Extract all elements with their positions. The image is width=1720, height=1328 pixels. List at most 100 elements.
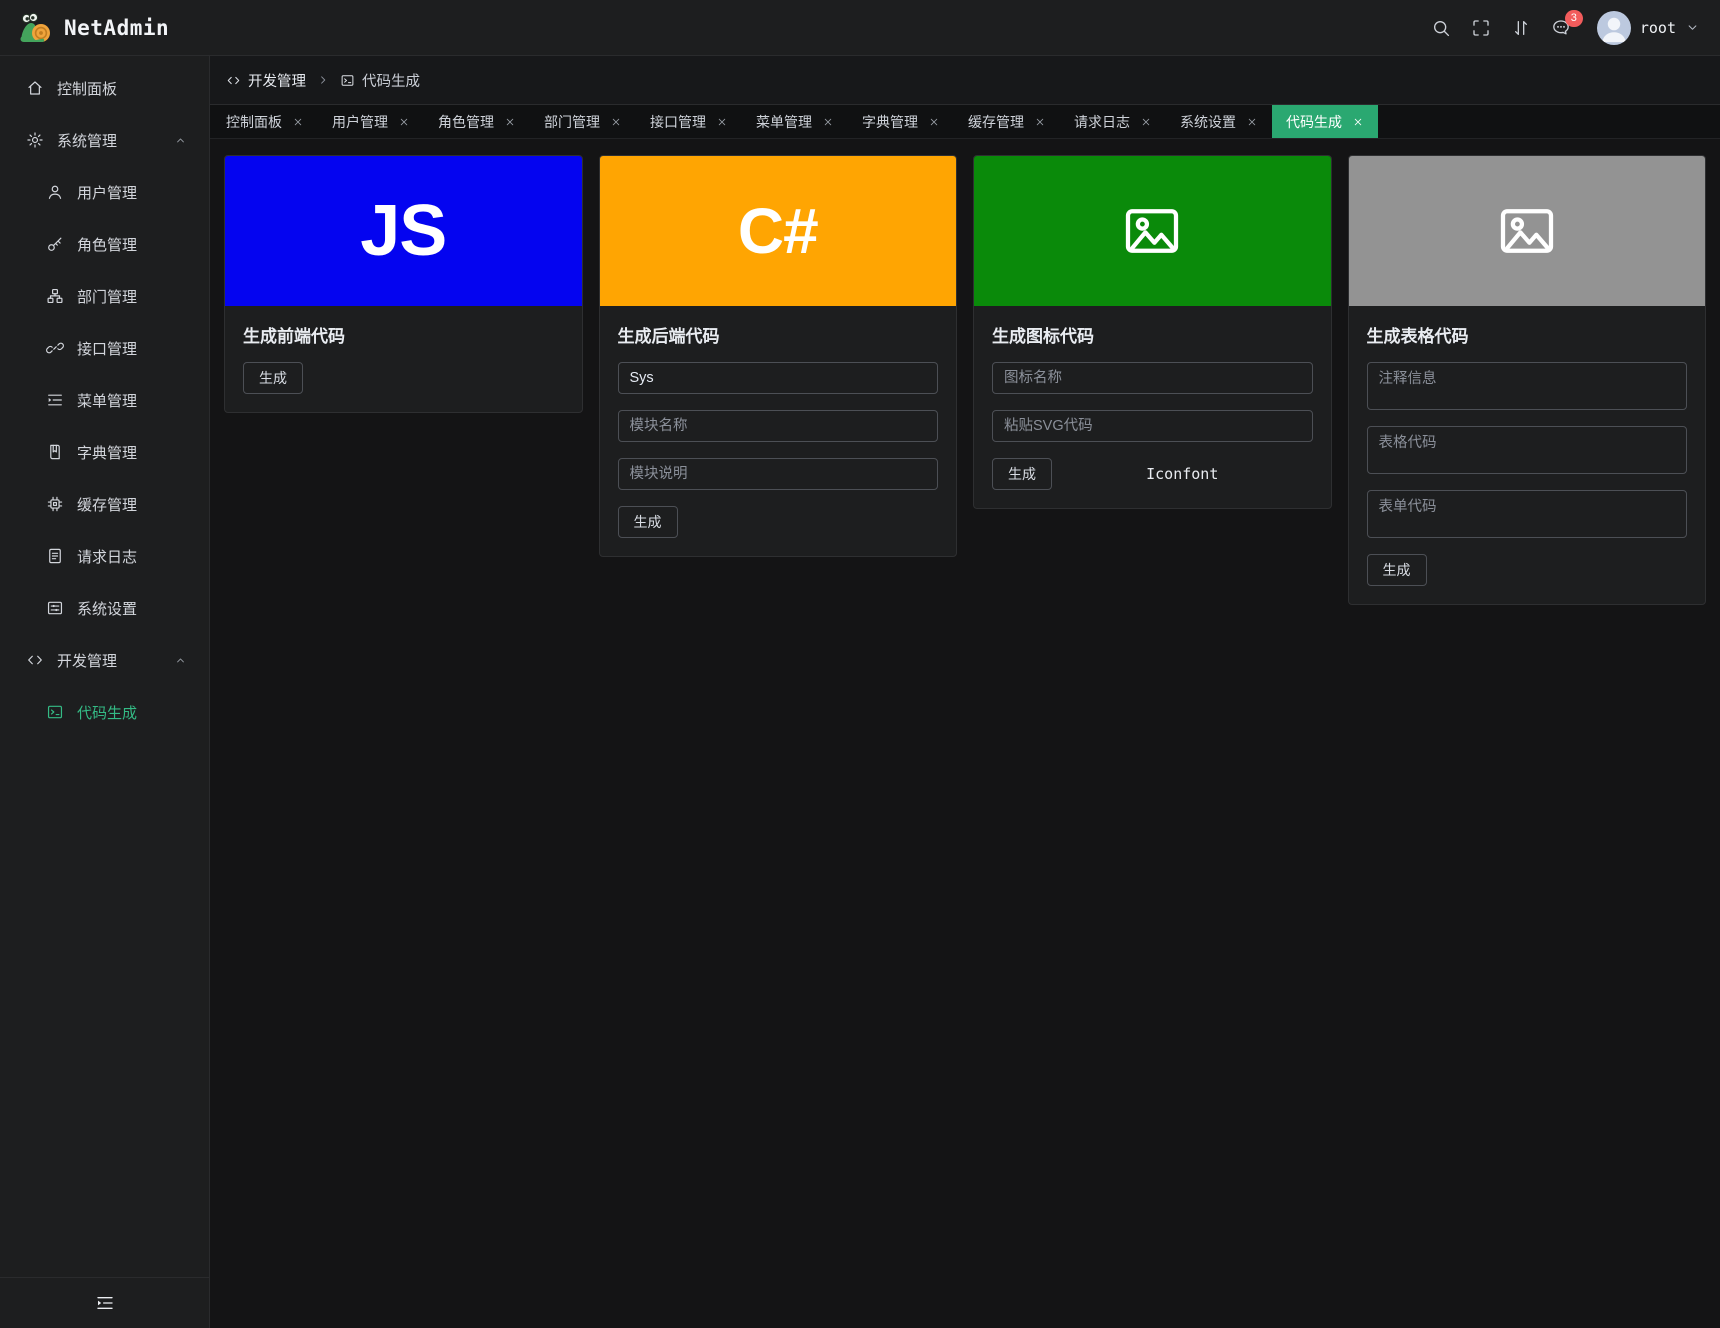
table-card-banner <box>1348 156 1705 306</box>
tab[interactable]: 菜单管理 <box>742 105 848 138</box>
generate-backend-button[interactable]: 生成 <box>617 506 678 538</box>
module-description-input[interactable] <box>617 458 938 490</box>
sidebar: 控制面板 系统管理 用户管理 角色管理 部门管理 接口管理 菜单管理 字典管理 … <box>0 56 210 1328</box>
notifications-button[interactable]: 3 <box>1551 9 1583 38</box>
close-icon[interactable] <box>1034 116 1046 128</box>
sidebar-item[interactable]: 接口管理 <box>0 322 209 374</box>
tab-label: 系统设置 <box>1180 113 1236 130</box>
sidebar-item-label: 字典管理 <box>77 444 138 462</box>
tab[interactable]: 缓存管理 <box>954 105 1060 138</box>
generate-icon-button[interactable]: 生成 <box>992 458 1052 490</box>
key-icon <box>46 235 64 253</box>
sidebar-item[interactable]: 代码生成 <box>0 686 209 738</box>
home-icon <box>26 79 44 97</box>
sidebar-item-label: 系统管理 <box>57 132 118 150</box>
breadcrumb-label: 开发管理 <box>248 73 306 90</box>
table-code-textarea[interactable] <box>1366 426 1687 474</box>
close-icon[interactable] <box>716 116 728 128</box>
breadcrumb: 开发管理 代码生成 <box>210 56 1720 105</box>
close-icon[interactable] <box>1246 116 1258 128</box>
terminal-icon <box>46 703 64 721</box>
generate-frontend-button[interactable]: 生成 <box>243 362 303 394</box>
tab-label: 控制面板 <box>226 113 282 130</box>
comment-info-textarea[interactable] <box>1366 362 1687 410</box>
sidebar-item-label: 请求日志 <box>77 548 138 566</box>
tab[interactable]: 接口管理 <box>636 105 742 138</box>
tab[interactable]: 请求日志 <box>1060 105 1166 138</box>
icon-card-banner <box>974 156 1331 306</box>
header-actions: 3 root <box>1431 9 1704 45</box>
tab[interactable]: 控制面板 <box>212 105 318 138</box>
form-code-textarea[interactable] <box>1366 490 1687 538</box>
tab[interactable]: 代码生成 <box>1272 105 1378 138</box>
card-generate-icon: 生成图标代码 生成 Iconfont <box>973 155 1332 509</box>
username: root <box>1639 18 1676 37</box>
breadcrumb-item-code-generation[interactable]: 代码生成 <box>340 70 420 91</box>
sidebar-item-label: 用户管理 <box>77 184 138 202</box>
card-generate-frontend: JS 生成前端代码 生成 <box>224 155 583 413</box>
gear-icon <box>26 131 44 149</box>
icon-name-input[interactable] <box>992 362 1313 394</box>
terminal-icon <box>340 73 355 88</box>
tab-label: 菜单管理 <box>756 113 812 130</box>
content: JS 生成前端代码 生成 C# 生成后端代码 Sys 模块名称 模块说明 生成 … <box>210 139 1720 1328</box>
sidebar-item[interactable]: 请求日志 <box>0 530 209 582</box>
card-title: 生成表格代码 <box>1366 327 1469 346</box>
sidebar-item-label: 菜单管理 <box>77 392 138 410</box>
sidebar-item[interactable]: 缓存管理 <box>0 478 209 530</box>
breadcrumb-item-dev-management[interactable]: 开发管理 <box>226 70 306 91</box>
main-area: 开发管理 代码生成 控制面板 用户管理 角色管理 部门管理 接口管理 菜单管理 … <box>210 56 1720 1328</box>
card-title: 生成后端代码 <box>617 327 720 346</box>
close-icon[interactable] <box>1352 116 1364 128</box>
user-icon <box>46 183 64 201</box>
tab[interactable]: 部门管理 <box>530 105 636 138</box>
sidebar-item[interactable]: 用户管理 <box>0 166 209 218</box>
close-icon[interactable] <box>398 116 410 128</box>
fullscreen-icon[interactable] <box>1471 18 1491 38</box>
sidebar-item[interactable]: 角色管理 <box>0 218 209 270</box>
sidebar-footer <box>0 1277 209 1328</box>
backend-card-banner: C# <box>599 156 956 306</box>
chevron-down-icon <box>1685 20 1700 35</box>
tab-label: 角色管理 <box>438 113 494 130</box>
module-name-input[interactable] <box>617 410 938 442</box>
sidebar-item[interactable]: 开发管理 <box>0 634 209 686</box>
sidebar-item-label: 系统设置 <box>77 600 138 618</box>
cpu-icon <box>46 495 64 513</box>
search-icon[interactable] <box>1431 18 1451 38</box>
close-icon[interactable] <box>822 116 834 128</box>
close-icon[interactable] <box>610 116 622 128</box>
close-icon[interactable] <box>504 116 516 128</box>
close-icon[interactable] <box>292 116 304 128</box>
app-header: NetAdmin 3 root <box>0 0 1720 56</box>
sidebar-item[interactable]: 部门管理 <box>0 270 209 322</box>
iconfont-link[interactable]: Iconfont <box>1052 465 1313 483</box>
sidebar-item[interactable]: 系统设置 <box>0 582 209 634</box>
svg-code-input[interactable] <box>992 410 1313 442</box>
close-icon[interactable] <box>1140 116 1152 128</box>
app-title: NetAdmin <box>64 15 170 40</box>
generate-table-button[interactable]: 生成 <box>1366 554 1427 586</box>
sidebar-item[interactable]: 控制面板 <box>0 62 209 114</box>
sidebar-item-label: 角色管理 <box>77 236 138 254</box>
settings-icon <box>46 599 64 617</box>
collapse-sidebar-icon[interactable] <box>95 1293 115 1313</box>
user-menu[interactable]: root <box>1596 10 1700 45</box>
tab[interactable]: 用户管理 <box>318 105 424 138</box>
picture-icon <box>1120 199 1184 263</box>
module-prefix-input[interactable] <box>617 362 938 394</box>
sort-icon[interactable] <box>1511 18 1531 38</box>
app-logo[interactable]: NetAdmin <box>16 11 169 45</box>
sidebar-item[interactable]: 菜单管理 <box>0 374 209 426</box>
snail-logo <box>16 11 54 45</box>
code-icon <box>226 73 241 88</box>
tab[interactable]: 字典管理 <box>848 105 954 138</box>
tab-label: 接口管理 <box>650 113 706 130</box>
sidebar-item[interactable]: 字典管理 <box>0 426 209 478</box>
tab[interactable]: 角色管理 <box>424 105 530 138</box>
card-title: 生成前端代码 <box>243 327 345 346</box>
tab[interactable]: 系统设置 <box>1166 105 1272 138</box>
tab-label: 字典管理 <box>862 113 918 130</box>
close-icon[interactable] <box>928 116 940 128</box>
sidebar-item[interactable]: 系统管理 <box>0 114 209 166</box>
